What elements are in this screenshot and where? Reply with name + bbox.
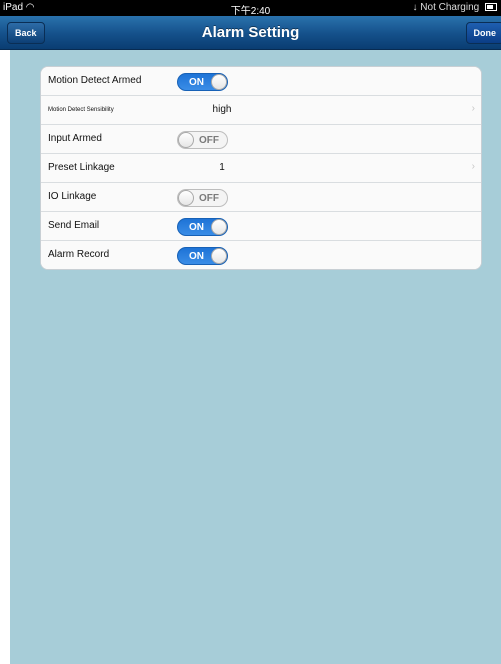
send-email-toggle[interactable]: ON	[177, 218, 228, 236]
send-email-label: Send Email	[48, 220, 100, 231]
done-button[interactable]: Done	[465, 22, 501, 44]
motion-detect-armed-label: Motion Detect Armed	[48, 75, 142, 86]
motion-detect-armed-toggle[interactable]: ON	[177, 73, 228, 91]
chevron-right-icon: ›	[471, 161, 475, 172]
status-bar: iPad ◠ 下午2:40 ↓ Not Charging	[0, 0, 501, 17]
battery-icon	[485, 3, 497, 12]
io-linkage-row: IO Linkage OFF	[41, 183, 481, 212]
toggle-knob	[211, 248, 227, 264]
preset-linkage-row[interactable]: Preset Linkage 1 ›	[41, 154, 481, 183]
io-linkage-label: IO Linkage	[48, 191, 97, 202]
alarm-record-label: Alarm Record	[48, 249, 110, 260]
toggle-state: OFF	[199, 193, 219, 204]
preset-linkage-value: 1	[219, 162, 225, 173]
motion-detect-sensibility-value: high	[212, 104, 232, 115]
toggle-knob	[211, 219, 227, 235]
charging-icon: ↓	[412, 2, 418, 13]
settings-list: Motion Detect Armed ON Motion Detect Sen…	[40, 66, 482, 270]
toggle-state: OFF	[199, 135, 219, 146]
charging-status: Not Charging	[420, 2, 480, 13]
left-frame	[0, 0, 10, 664]
toggle-state: ON	[189, 77, 204, 88]
chevron-right-icon: ›	[471, 103, 475, 114]
toggle-knob	[211, 74, 227, 90]
preset-linkage-label: Preset Linkage	[48, 162, 115, 173]
send-email-row: Send Email ON	[41, 212, 481, 241]
input-armed-row: Input Armed OFF	[41, 125, 481, 154]
toggle-knob	[178, 132, 194, 148]
toggle-knob	[178, 190, 194, 206]
alarm-record-toggle[interactable]: ON	[177, 247, 228, 265]
alarm-record-row: Alarm Record ON	[41, 241, 481, 269]
motion-detect-armed-row: Motion Detect Armed ON	[41, 67, 481, 96]
page-title: Alarm Setting	[201, 24, 300, 41]
toggle-state: ON	[189, 222, 204, 233]
io-linkage-toggle[interactable]: OFF	[177, 189, 228, 207]
navigation-bar: Back Alarm Setting Done	[0, 16, 501, 50]
input-armed-label: Input Armed	[48, 133, 102, 144]
toggle-state: ON	[189, 251, 204, 262]
motion-detect-sensibility-row[interactable]: Motion Detect Sensibility high ›	[41, 96, 481, 125]
motion-detect-sensibility-label: Motion Detect Sensibility	[48, 107, 114, 113]
input-armed-toggle[interactable]: OFF	[177, 131, 228, 149]
